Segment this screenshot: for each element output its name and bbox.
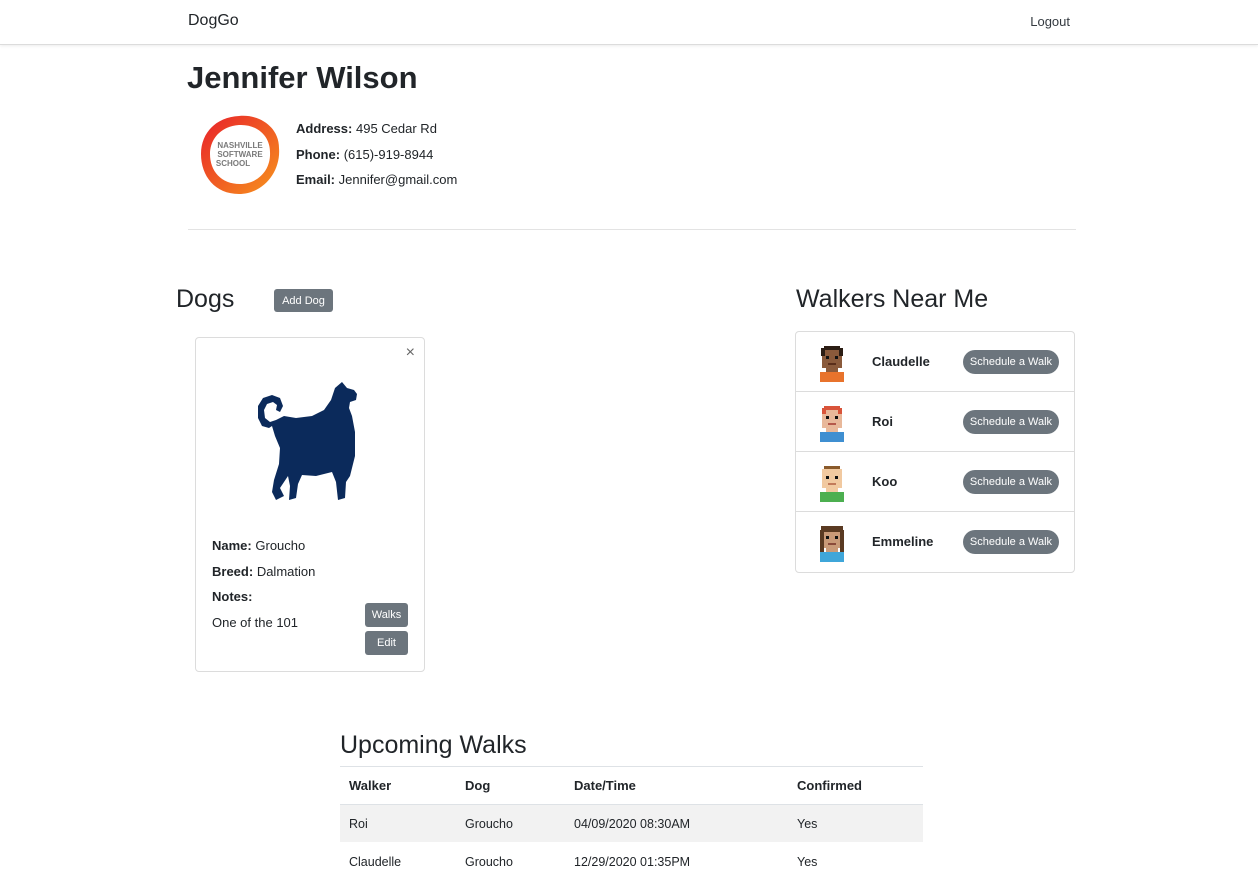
brand-link[interactable]: DogGo [188, 12, 239, 30]
upcoming-walks-heading: Upcoming Walks [340, 731, 527, 759]
walkers-list: Claudelle Schedule a Walk Roi Schedule a… [795, 331, 1075, 573]
walker-name: Roi [872, 414, 893, 429]
address-row: Address: 495 Cedar Rd [296, 121, 437, 136]
walker-avatar [820, 346, 844, 382]
cell-dog: Groucho [456, 804, 565, 843]
cell-walker: Roi [340, 804, 456, 843]
top-navbar: DogGo Logout [0, 0, 1258, 45]
walker-avatar [820, 466, 844, 502]
cell-datetime: 04/09/2020 08:30AM [565, 804, 788, 843]
schedule-walk-button[interactable]: Schedule a Walk [963, 470, 1059, 494]
dog-silhouette-icon [258, 382, 357, 500]
header-datetime: Date/Time [565, 766, 788, 805]
walker-item: Koo Schedule a Walk [796, 452, 1074, 512]
section-divider [188, 229, 1076, 230]
email-value: Jennifer@gmail.com [338, 172, 458, 187]
walker-item: Roi Schedule a Walk [796, 392, 1074, 452]
logo-text-line3: SCHOOL [216, 159, 250, 168]
header-walker: Walker [340, 766, 456, 805]
walker-item: Emmeline Schedule a Walk [796, 512, 1074, 572]
dog-name-value: Groucho [255, 538, 306, 553]
dog-notes-label: Notes: [212, 589, 253, 604]
close-icon[interactable]: × [406, 344, 415, 362]
logout-link[interactable]: Logout [1030, 14, 1070, 29]
cell-confirmed: Yes [788, 804, 923, 843]
cell-datetime: 12/29/2020 01:35PM [565, 842, 788, 878]
walker-avatar [820, 526, 844, 562]
walkers-heading: Walkers Near Me [796, 285, 989, 313]
dog-notes-value: One of the 101 [212, 614, 299, 630]
schedule-walk-button[interactable]: Schedule a Walk [963, 530, 1059, 554]
dog-name-row: Name: Groucho [212, 538, 306, 553]
walker-name: Emmeline [872, 534, 934, 549]
walker-avatar [820, 406, 844, 442]
walker-item: Claudelle Schedule a Walk [796, 332, 1074, 392]
table-row: Roi Groucho 04/09/2020 08:30AM Yes [340, 804, 923, 843]
cell-dog: Groucho [456, 842, 565, 878]
walker-name: Koo [872, 474, 898, 489]
email-row: Email: Jennifer@gmail.com [296, 172, 458, 187]
page-title: Jennifer Wilson [187, 60, 418, 95]
edit-button[interactable]: Edit [365, 631, 408, 655]
logo-text-line2: SOFTWARE [217, 150, 263, 159]
schedule-walk-button[interactable]: Schedule a Walk [963, 410, 1059, 434]
header-confirmed: Confirmed [788, 766, 923, 805]
table-header-row: Walker Dog Date/Time Confirmed [340, 766, 923, 805]
address-value: 495 Cedar Rd [355, 121, 437, 136]
dog-card: × Name: Groucho Breed: Dalmation Notes: … [195, 337, 425, 672]
logo-text-line1: NASHVILLE [217, 141, 263, 150]
dog-breed-value: Dalmation [256, 563, 316, 579]
walker-name: Claudelle [872, 354, 930, 369]
add-dog-button[interactable]: Add Dog [274, 289, 333, 312]
phone-value: (615)-919-8944 [343, 146, 434, 162]
dog-breed-row: Breed: Dalmation [212, 563, 316, 579]
dogs-heading: Dogs [176, 285, 235, 313]
phone-row: Phone: (615)-919-8944 [296, 146, 434, 162]
cell-confirmed: Yes [788, 842, 923, 878]
walks-button[interactable]: Walks [365, 603, 408, 627]
schedule-walk-button[interactable]: Schedule a Walk [963, 350, 1059, 374]
table-row: Claudelle Groucho 12/29/2020 01:35PM Yes [340, 842, 923, 878]
owner-details: Address: 495 Cedar Rd Phone: (615)-919-8… [296, 116, 457, 193]
school-logo: NASHVILLE SOFTWARE SCHOOL [201, 115, 280, 194]
upcoming-walks-table: Walker Dog Date/Time Confirmed Roi Grouc… [340, 766, 923, 878]
cell-walker: Claudelle [340, 842, 456, 878]
header-dog: Dog [456, 766, 565, 805]
dog-info: Name: Groucho Breed: Dalmation Notes: On… [212, 533, 315, 635]
